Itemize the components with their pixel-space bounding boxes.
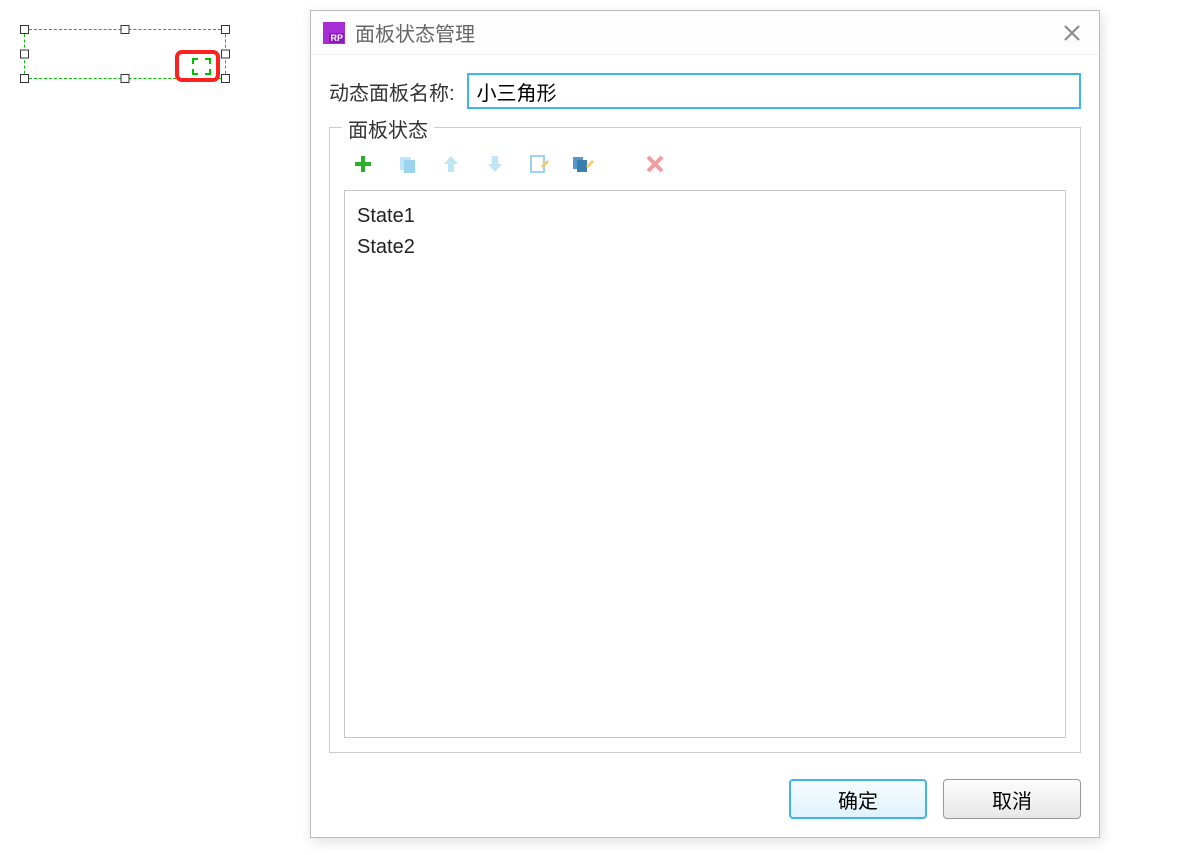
dialog-titlebar[interactable]: 面板状态管理 [311, 11, 1099, 55]
ok-button[interactable]: 确定 [789, 779, 927, 819]
list-item[interactable]: State2 [357, 232, 1053, 263]
resize-handle-tm[interactable] [121, 25, 130, 34]
fieldset-legend: 面板状态 [342, 114, 434, 143]
resize-handle-mr[interactable] [221, 50, 230, 59]
dialog-title: 面板状态管理 [355, 18, 1057, 47]
states-toolbar [344, 146, 1066, 182]
dialog-button-row: 确定 取消 [311, 771, 1099, 837]
duplicate-state-button[interactable] [396, 153, 418, 175]
panel-name-row: 动态面板名称: [329, 73, 1081, 109]
arrow-down-icon [486, 154, 504, 174]
panel-state-manager-dialog: 面板状态管理 动态面板名称: 面板状态 [310, 10, 1100, 838]
edit-all-button[interactable] [572, 153, 594, 175]
edit-icon [529, 154, 549, 174]
duplicate-icon [397, 154, 417, 174]
state-listbox[interactable]: State1 State2 [344, 190, 1066, 738]
dialog-body: 动态面板名称: 面板状态 [311, 55, 1099, 771]
arrow-up-icon [442, 154, 460, 174]
resize-handle-tr[interactable] [221, 25, 230, 34]
delete-state-button[interactable] [644, 153, 666, 175]
resize-handle-bm[interactable] [121, 74, 130, 83]
panel-name-label: 动态面板名称: [329, 77, 455, 106]
move-down-button[interactable] [484, 153, 506, 175]
add-state-button[interactable] [352, 153, 374, 175]
panel-states-fieldset: 面板状态 [329, 127, 1081, 753]
move-up-button[interactable] [440, 153, 462, 175]
edit-all-icon [572, 154, 594, 174]
delete-icon [646, 155, 664, 173]
list-item[interactable]: State1 [357, 201, 1053, 232]
close-button[interactable] [1057, 18, 1087, 48]
annotation-highlight [175, 50, 220, 82]
resize-handle-br[interactable] [221, 74, 230, 83]
edit-state-button[interactable] [528, 153, 550, 175]
plus-icon [353, 154, 373, 174]
close-icon [1063, 24, 1081, 42]
canvas-selected-panel[interactable] [20, 25, 230, 83]
cancel-button[interactable]: 取消 [943, 779, 1081, 819]
resize-handle-ml[interactable] [20, 50, 29, 59]
panel-name-input[interactable] [467, 73, 1081, 109]
resize-handle-tl[interactable] [20, 25, 29, 34]
resize-handle-bl[interactable] [20, 74, 29, 83]
axure-rp-icon [323, 22, 345, 44]
